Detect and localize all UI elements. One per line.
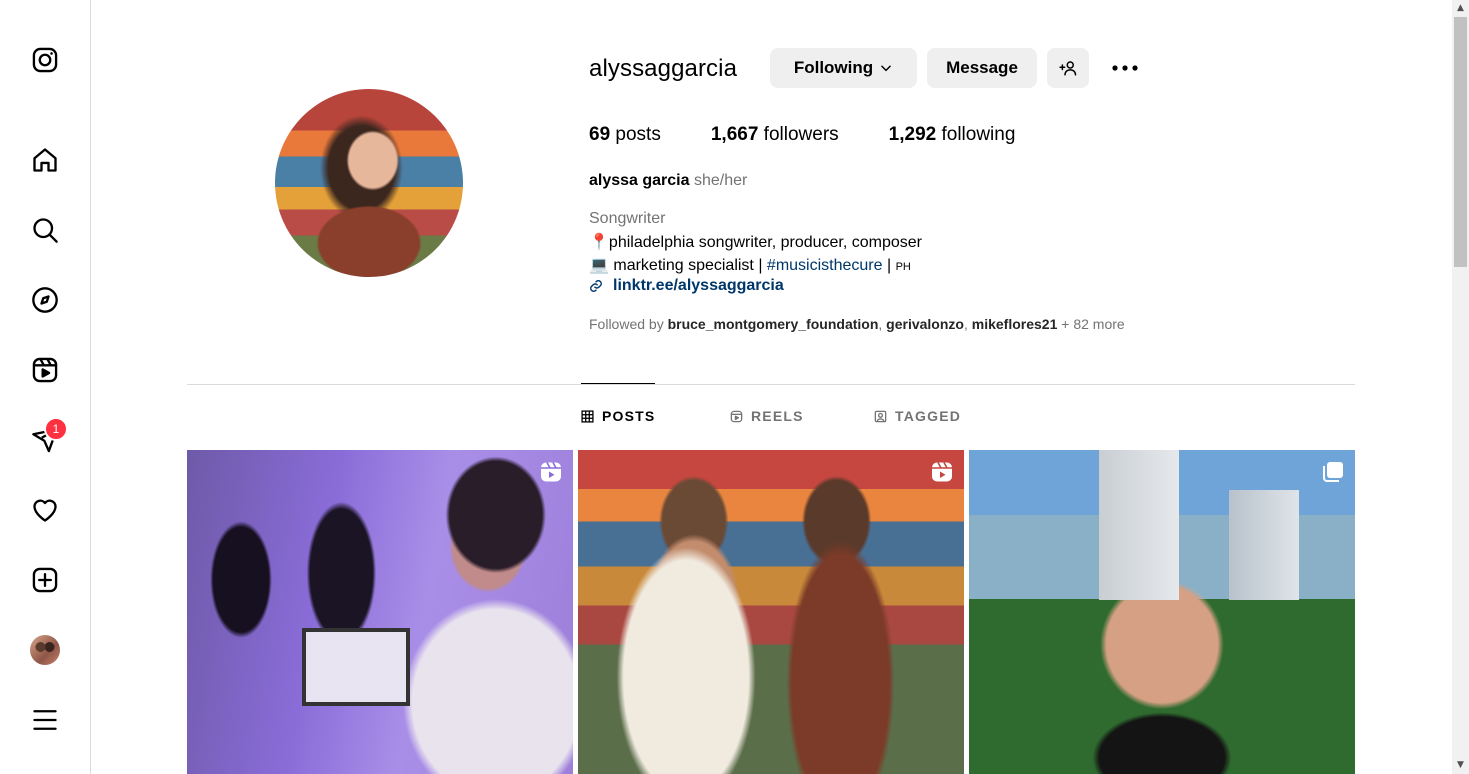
bio-line-2-text: 💻 marketing specialist |	[589, 257, 767, 274]
tab-tagged-label: TAGGED	[895, 408, 962, 424]
profile-category: Songwriter	[589, 210, 666, 227]
full-name-row: alyssa garcia she/her	[589, 172, 747, 190]
tab-posts-label: POSTS	[602, 408, 656, 424]
following-count: 1,292	[888, 124, 937, 145]
scrollbar-thumb[interactable]	[1454, 17, 1467, 267]
post-thumbnail[interactable]	[969, 450, 1355, 774]
followed-by-prefix: Followed by	[589, 316, 668, 332]
carousel-icon	[1323, 462, 1343, 482]
notification-badge: 1	[44, 417, 68, 441]
followers-count: 1,667	[710, 124, 759, 145]
profile-link-text: linktr.ee/alyssaggarcia	[613, 277, 784, 294]
add-user-icon	[1059, 61, 1077, 76]
followed-by-user: gerivalonzo	[886, 316, 964, 332]
tagged-icon	[874, 410, 887, 422]
chevron-down-icon	[881, 65, 891, 72]
full-name: alyssa garcia	[589, 172, 690, 189]
tabs-divider	[187, 384, 1355, 385]
pronouns: she/her	[693, 172, 748, 189]
scroll-down-arrow-icon[interactable]: ▼	[1452, 757, 1469, 774]
post-thumbnail[interactable]	[187, 450, 573, 774]
flag-icon: PH	[895, 261, 911, 273]
username: alyssaggarcia	[589, 55, 738, 82]
instagram-icon[interactable]	[29, 44, 61, 76]
more-options-button[interactable]	[1105, 52, 1145, 84]
following-button[interactable]: Following	[770, 48, 917, 88]
reels-icon[interactable]	[29, 354, 61, 386]
followed-by[interactable]: Followed by bruce_montgomery_foundation,…	[589, 316, 1125, 332]
tab-reels-label: REELS	[751, 408, 804, 424]
followed-by-user: mikeflores21	[971, 316, 1058, 332]
bio-hashtag[interactable]: #musicisthecure	[767, 257, 883, 274]
bio-separator: |	[882, 257, 896, 274]
reel-icon	[932, 462, 952, 482]
reels-tab-icon	[730, 410, 743, 422]
page-scrollbar[interactable]: ▲ ▼	[1452, 0, 1469, 774]
create-icon[interactable]	[29, 564, 61, 596]
menu-icon[interactable]	[29, 704, 61, 736]
active-tab-indicator	[581, 383, 655, 384]
message-button-label: Message	[946, 58, 1018, 77]
following-button-label: Following	[793, 58, 874, 77]
profile-picture[interactable]	[275, 89, 463, 277]
posts-count: 69	[589, 124, 611, 145]
search-icon[interactable]	[29, 214, 61, 246]
followed-by-user: bruce_montgomery_foundation	[667, 316, 879, 332]
bio-line-2: 💻 marketing specialist | #musicisthecure…	[589, 255, 911, 275]
profile-avatar[interactable]	[30, 635, 60, 665]
tab-posts[interactable]: POSTS	[581, 408, 655, 424]
following-stat[interactable]: 1,292 following	[889, 124, 1016, 146]
followers-label: followers	[763, 124, 839, 145]
followers-stat[interactable]: 1,667 followers	[711, 124, 839, 146]
scroll-up-arrow-icon[interactable]: ▲	[1452, 0, 1469, 17]
reel-icon	[541, 462, 561, 482]
post-thumbnail[interactable]	[578, 450, 964, 774]
followed-by-more: + 82 more	[1057, 316, 1125, 332]
tab-reels[interactable]: REELS	[730, 408, 804, 424]
following-label: following	[941, 124, 1016, 145]
bio-line-1: 📍philadelphia songwriter, producer, comp…	[589, 234, 922, 251]
profile-stats: 69 posts 1,667 followers 1,292 following	[589, 124, 1065, 146]
posts-stat: 69 posts	[589, 124, 661, 146]
link-icon	[590, 280, 602, 292]
grid-icon	[581, 409, 594, 423]
tab-tagged[interactable]: TAGGED	[874, 408, 961, 424]
sidebar: 1	[0, 0, 91, 774]
suggested-users-button[interactable]	[1047, 48, 1089, 88]
more-icon	[1112, 65, 1138, 71]
home-icon[interactable]	[29, 144, 61, 176]
profile-link[interactable]: linktr.ee/alyssaggarcia	[589, 277, 784, 295]
notifications-icon[interactable]	[29, 494, 61, 526]
explore-icon[interactable]	[29, 284, 61, 316]
posts-label: posts	[615, 124, 661, 145]
message-button[interactable]: Message	[927, 48, 1037, 88]
